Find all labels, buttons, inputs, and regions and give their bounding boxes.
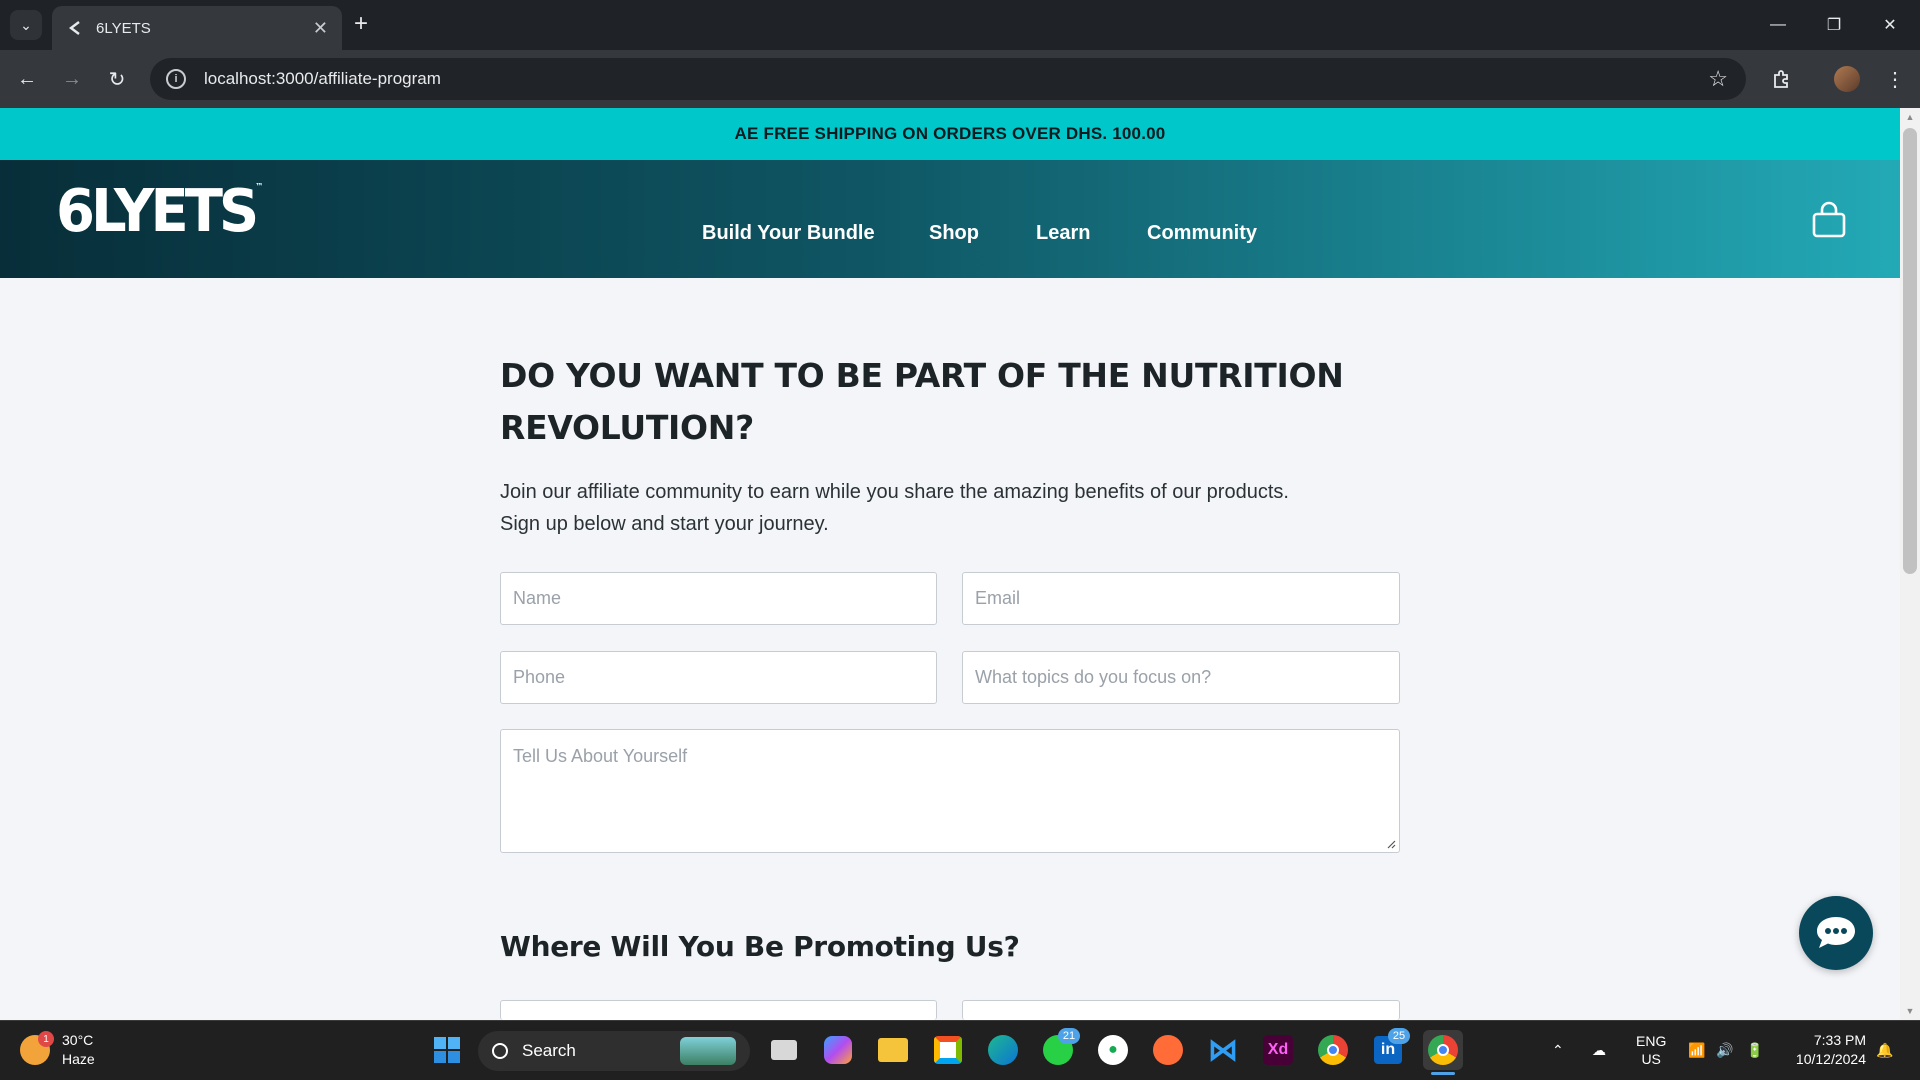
site-info-icon[interactable]: i (166, 69, 186, 89)
browser-tab[interactable]: 6LYETS ✕ (52, 6, 342, 50)
show-hidden-icons-icon[interactable]: ⌃ (1552, 1020, 1564, 1080)
email-field[interactable]: Email (962, 572, 1400, 625)
copilot-icon[interactable] (818, 1030, 858, 1070)
onedrive-cloud-icon[interactable]: ☁ (1592, 1020, 1606, 1080)
about-yourself-textarea[interactable]: Tell Us About Yourself (500, 729, 1400, 853)
intro-line2: Sign up below and start your journey. (500, 513, 829, 535)
minimize-button[interactable]: — (1750, 0, 1806, 50)
wifi-icon[interactable]: 📶 (1688, 1020, 1705, 1080)
promoting-field-right[interactable] (962, 1000, 1400, 1020)
language-indicator[interactable]: ENG US (1636, 1020, 1666, 1080)
browser-menu-icon[interactable]: ⋮ (1880, 64, 1910, 94)
start-windows-icon[interactable] (427, 1030, 467, 1070)
page-title-line2: REVOLUTION? (500, 408, 754, 447)
nav-build-your-bundle[interactable]: Build Your Bundle (702, 222, 875, 245)
chevron-down-icon: ⌄ (20, 16, 32, 33)
url-text[interactable]: localhost:3000/affiliate-program (204, 69, 441, 89)
adobe-xd-icon[interactable]: Xd (1258, 1030, 1298, 1070)
address-bar[interactable]: i localhost:3000/affiliate-program ☆ (150, 58, 1746, 100)
promoting-field-left[interactable] (500, 1000, 937, 1020)
nav-learn[interactable]: Learn (1036, 222, 1090, 245)
taskbar-search[interactable]: Search (478, 1031, 750, 1071)
resize-handle-icon[interactable] (1386, 839, 1396, 849)
vscode-icon[interactable]: ⋈ (1203, 1030, 1243, 1070)
linkedin-badge: 25 (1388, 1028, 1410, 1044)
tab-search-menu-button[interactable]: ⌄ (10, 10, 42, 40)
taskbar-search-label: Search (522, 1041, 576, 1060)
back-icon[interactable]: ← (12, 64, 42, 94)
weather-sun-icon: 1 (20, 1031, 54, 1065)
whatsapp-badge: 21 (1058, 1028, 1080, 1044)
volume-icon[interactable]: 🔊 (1716, 1020, 1733, 1080)
tab-close-icon[interactable]: ✕ (313, 18, 328, 39)
about-yourself-placeholder: Tell Us About Yourself (513, 746, 688, 766)
reload-icon[interactable]: ↻ (102, 64, 132, 94)
scroll-up-icon[interactable]: ▲ (1903, 110, 1917, 124)
file-explorer-icon[interactable] (873, 1030, 913, 1070)
new-tab-button[interactable]: + (354, 12, 368, 36)
affiliate-intro: DO YOU WANT TO BE PART OF THE NUTRITION … (500, 350, 1400, 540)
page-title: DO YOU WANT TO BE PART OF THE NUTRITION … (500, 350, 1400, 454)
weather-widget[interactable]: 1 30°C Haze (20, 1031, 95, 1069)
task-view-icon[interactable] (764, 1030, 804, 1070)
intro-line1: Join our affiliate community to earn whi… (500, 481, 1289, 503)
phone-field[interactable]: Phone (500, 651, 937, 704)
lang-line2: US (1641, 1051, 1661, 1067)
browser-tab-strip: ⌄ 6LYETS ✕ + — ❐ ✕ (0, 0, 1920, 50)
bookmark-star-icon[interactable]: ☆ (1708, 66, 1728, 92)
search-icon (492, 1043, 508, 1059)
clock[interactable]: 7:33 PM 10/12/2024 (1786, 1020, 1866, 1080)
intro-paragraph: Join our affiliate community to earn whi… (500, 476, 1400, 540)
nav-community[interactable]: Community (1147, 222, 1257, 245)
mongodb-compass-icon[interactable]: ● (1093, 1030, 1133, 1070)
page-title-line1: DO YOU WANT TO BE PART OF THE NUTRITION (500, 356, 1344, 395)
battery-icon[interactable]: 🔋 (1746, 1020, 1763, 1080)
lang-line1: ENG (1636, 1033, 1667, 1049)
microsoft-store-icon[interactable] (928, 1030, 968, 1070)
clock-time: 7:33 PM (1813, 1032, 1866, 1048)
profile-avatar[interactable] (1834, 66, 1860, 92)
notification-bell-icon[interactable]: 🔔 (1876, 1020, 1893, 1080)
scroll-down-icon[interactable]: ▼ (1903, 1004, 1917, 1018)
forward-icon[interactable]: → (57, 64, 87, 94)
weather-badge: 1 (38, 1031, 54, 1047)
name-field[interactable]: Name (500, 572, 937, 625)
chat-bubble-icon (1817, 917, 1855, 948)
search-highlight-image (680, 1037, 736, 1065)
clock-date: 10/12/2024 (1795, 1051, 1866, 1067)
edge-icon[interactable] (983, 1030, 1023, 1070)
chrome-profile-icon[interactable] (1423, 1030, 1463, 1070)
close-window-button[interactable]: ✕ (1862, 0, 1918, 50)
chat-widget-button[interactable] (1799, 896, 1873, 970)
site-favicon-icon (66, 19, 84, 37)
shipping-banner: AE FREE SHIPPING ON ORDERS OVER DHS. 100… (0, 108, 1900, 160)
topics-field[interactable]: What topics do you focus on? (962, 651, 1400, 704)
tab-title: 6LYETS (96, 19, 151, 37)
extensions-icon[interactable] (1766, 64, 1796, 94)
restore-button[interactable]: ❐ (1806, 0, 1862, 50)
nav-shop[interactable]: Shop (929, 222, 979, 245)
scrollbar-thumb[interactable] (1903, 128, 1917, 574)
promoting-heading: Where Will You Be Promoting Us? (500, 930, 1020, 963)
site-header: 6LYETS™ Build Your Bundle Shop Learn Com… (0, 160, 1900, 278)
chrome-icon[interactable] (1313, 1030, 1353, 1070)
weather-desc: Haze (62, 1051, 95, 1067)
active-app-indicator (1431, 1072, 1455, 1075)
postman-icon[interactable] (1148, 1030, 1188, 1070)
weather-temp: 30°C (62, 1032, 94, 1048)
cart-bag-icon[interactable] (1810, 200, 1848, 240)
site-logo[interactable]: 6LYETS™ (56, 182, 263, 242)
